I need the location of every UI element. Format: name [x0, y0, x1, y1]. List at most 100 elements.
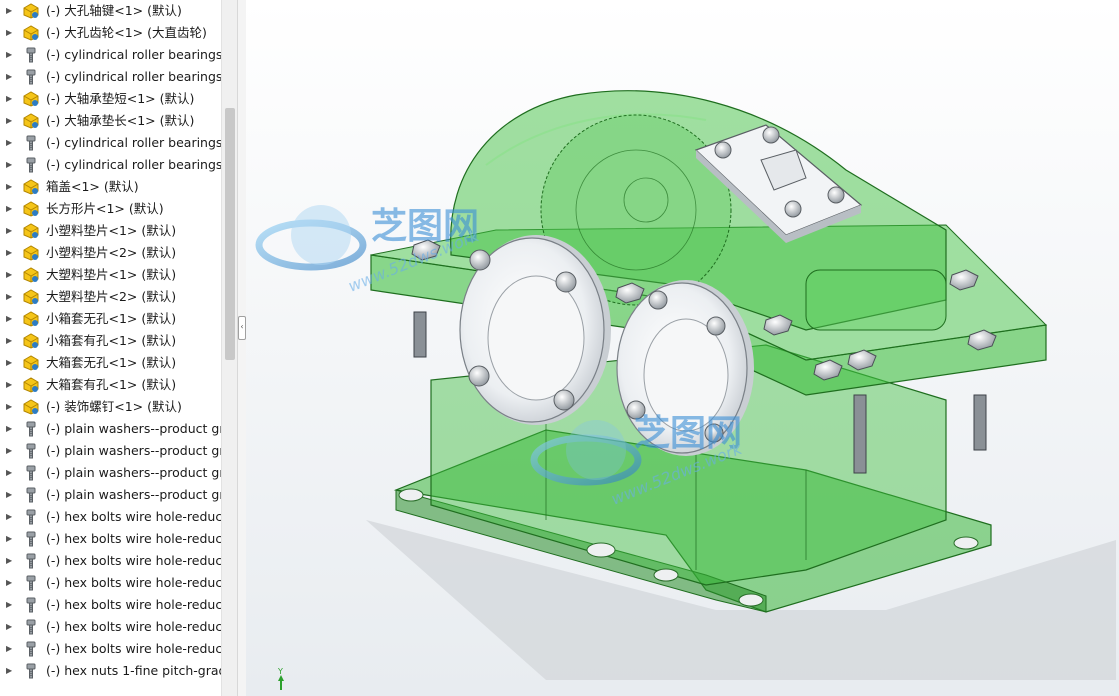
tree-item-label: (-) 大轴承垫短<1> (默认) — [46, 91, 195, 106]
tree-item[interactable]: ▶ 大箱套无孔<1> (默认) — [0, 352, 221, 374]
toolbox-part-icon — [22, 135, 40, 151]
tree-item-label: (-) 装饰螺钉<1> (默认) — [46, 399, 182, 414]
expand-arrow-icon[interactable]: ▶ — [6, 418, 12, 440]
part-icon — [22, 3, 40, 19]
tree-item[interactable]: ▶ 长方形片<1> (默认) — [0, 198, 221, 220]
tree-item-label: (-) plain washers--product gra — [46, 465, 221, 480]
tree-item[interactable]: ▶ (-) 大孔轴键<1> (默认) — [0, 0, 221, 22]
tree-item-label: (-) plain washers--product gra — [46, 443, 221, 458]
tree-item-label: (-) cylindrical roller bearings g — [46, 135, 221, 150]
tree-item[interactable]: ▶ (-) hex bolts wire hole-reduce — [0, 572, 221, 594]
tree-item[interactable]: ▶ 大箱套有孔<1> (默认) — [0, 374, 221, 396]
tree-item[interactable]: ▶ (-) hex bolts wire hole-reduce — [0, 594, 221, 616]
expand-arrow-icon[interactable]: ▶ — [6, 308, 12, 330]
tree-item[interactable]: ▶ 小塑料垫片<1> (默认) — [0, 220, 221, 242]
tree-item[interactable]: ▶ (-) 大轴承垫短<1> (默认) — [0, 88, 221, 110]
collapse-panel-icon[interactable]: ‹ — [238, 316, 246, 340]
part-icon — [22, 399, 40, 415]
expand-arrow-icon[interactable]: ▶ — [6, 462, 12, 484]
tree-item-label: 长方形片<1> (默认) — [46, 201, 164, 216]
toolbox-part-icon — [22, 531, 40, 547]
expand-arrow-icon[interactable]: ▶ — [6, 154, 12, 176]
tree-item-label: 小箱套无孔<1> (默认) — [46, 311, 177, 326]
tree-item-label: 小塑料垫片<1> (默认) — [46, 223, 177, 238]
tree-item-label: 大箱套无孔<1> (默认) — [46, 355, 177, 370]
tree-item[interactable]: ▶ (-) cylindrical roller bearings g — [0, 44, 221, 66]
tree-item-label: (-) 大孔轴键<1> (默认) — [46, 3, 182, 18]
part-icon — [22, 91, 40, 107]
expand-arrow-icon[interactable]: ▶ — [6, 352, 12, 374]
tree-item-label: (-) 大孔齿轮<1> (大直齿轮) — [46, 25, 207, 40]
graphics-area[interactable]: 芝图网 www.52dws.work 芝图网 www.52dws.work Y — [246, 0, 1119, 696]
tree-item[interactable]: ▶ (-) 大轴承垫长<1> (默认) — [0, 110, 221, 132]
tree-item-label: 大塑料垫片<1> (默认) — [46, 267, 177, 282]
tree-item[interactable]: ▶ (-) hex bolts wire hole-reduce — [0, 638, 221, 660]
tree-item[interactable]: ▶ (-) hex bolts wire hole-reduce — [0, 616, 221, 638]
tree-item[interactable]: ▶ (-) hex bolts wire hole-reduce — [0, 506, 221, 528]
tree-item[interactable]: ▶ (-) hex bolts wire hole-reduce — [0, 550, 221, 572]
expand-arrow-icon[interactable]: ▶ — [6, 616, 12, 638]
tree-item[interactable]: ▶ 小箱套有孔<1> (默认) — [0, 330, 221, 352]
part-icon — [22, 201, 40, 217]
expand-arrow-icon[interactable]: ▶ — [6, 440, 12, 462]
bearing-cap-large[interactable] — [459, 235, 611, 425]
expand-arrow-icon[interactable]: ▶ — [6, 220, 12, 242]
expand-arrow-icon[interactable]: ▶ — [6, 396, 12, 418]
tree-item-label: 箱盖<1> (默认) — [46, 179, 139, 194]
tree-item[interactable]: ▶ 大塑料垫片<2> (默认) — [0, 286, 221, 308]
tree-item-label: (-) cylindrical roller bearings g — [46, 47, 221, 62]
expand-arrow-icon[interactable]: ▶ — [6, 506, 12, 528]
tree-item[interactable]: ▶ (-) 装饰螺钉<1> (默认) — [0, 396, 221, 418]
tree-item[interactable]: ▶ (-) plain washers--product gra — [0, 484, 221, 506]
tree-item[interactable]: ▶ (-) hex bolts wire hole-reduce — [0, 528, 221, 550]
tree-item[interactable]: ▶ (-) cylindrical roller bearings g — [0, 66, 221, 88]
tree-item[interactable]: ▶ 大塑料垫片<1> (默认) — [0, 264, 221, 286]
expand-arrow-icon[interactable]: ▶ — [6, 264, 12, 286]
expand-arrow-icon[interactable]: ▶ — [6, 286, 12, 308]
part-icon — [22, 267, 40, 283]
expand-arrow-icon[interactable]: ▶ — [6, 0, 12, 22]
expand-arrow-icon[interactable]: ▶ — [6, 198, 12, 220]
expand-arrow-icon[interactable]: ▶ — [6, 374, 12, 396]
toolbox-part-icon — [22, 509, 40, 525]
tree-item[interactable]: ▶ (-) plain washers--product gra — [0, 440, 221, 462]
tree-item[interactable]: ▶ (-) plain washers--product gra — [0, 418, 221, 440]
expand-arrow-icon[interactable]: ▶ — [6, 594, 12, 616]
tree-item[interactable]: ▶ (-) hex nuts 1-fine pitch-grade — [0, 660, 221, 682]
expand-arrow-icon[interactable]: ▶ — [6, 22, 12, 44]
tree-item[interactable]: ▶ 小塑料垫片<2> (默认) — [0, 242, 221, 264]
part-icon — [22, 333, 40, 349]
tree-item[interactable]: ▶ 小箱套无孔<1> (默认) — [0, 308, 221, 330]
expand-arrow-icon[interactable]: ▶ — [6, 572, 12, 594]
tree-item[interactable]: ▶ (-) 大孔齿轮<1> (大直齿轮) — [0, 22, 221, 44]
expand-arrow-icon[interactable]: ▶ — [6, 66, 12, 88]
tree-item[interactable]: ▶ 箱盖<1> (默认) — [0, 176, 221, 198]
expand-arrow-icon[interactable]: ▶ — [6, 550, 12, 572]
toolbox-part-icon — [22, 619, 40, 635]
expand-arrow-icon[interactable]: ▶ — [6, 44, 12, 66]
part-icon — [22, 245, 40, 261]
tree-item[interactable]: ▶ (-) cylindrical roller bearings g — [0, 154, 221, 176]
expand-arrow-icon[interactable]: ▶ — [6, 528, 12, 550]
expand-arrow-icon[interactable]: ▶ — [6, 110, 12, 132]
expand-arrow-icon[interactable]: ▶ — [6, 176, 12, 198]
tree-item-label: (-) hex nuts 1-fine pitch-grade — [46, 663, 221, 678]
expand-arrow-icon[interactable]: ▶ — [6, 330, 12, 352]
expand-arrow-icon[interactable]: ▶ — [6, 88, 12, 110]
expand-arrow-icon[interactable]: ▶ — [6, 484, 12, 506]
tree-item-label: (-) hex bolts wire hole-reduce — [46, 509, 221, 524]
toolbox-part-icon — [22, 157, 40, 173]
expand-arrow-icon[interactable]: ▶ — [6, 132, 12, 154]
tree-item[interactable]: ▶ (-) plain washers--product gra — [0, 462, 221, 484]
tree-scrollbar[interactable] — [221, 0, 238, 696]
part-icon — [22, 311, 40, 327]
expand-arrow-icon[interactable]: ▶ — [6, 638, 12, 660]
expand-arrow-icon[interactable]: ▶ — [6, 242, 12, 264]
tree-item[interactable]: ▶ (-) cylindrical roller bearings g — [0, 132, 221, 154]
tree-scrollbar-thumb[interactable] — [225, 108, 235, 360]
toolbox-part-icon — [22, 487, 40, 503]
tree-item-label: (-) cylindrical roller bearings g — [46, 69, 221, 84]
tree-item-label: (-) plain washers--product gra — [46, 487, 221, 502]
expand-arrow-icon[interactable]: ▶ — [6, 660, 12, 682]
tree-item-label: 小箱套有孔<1> (默认) — [46, 333, 177, 348]
